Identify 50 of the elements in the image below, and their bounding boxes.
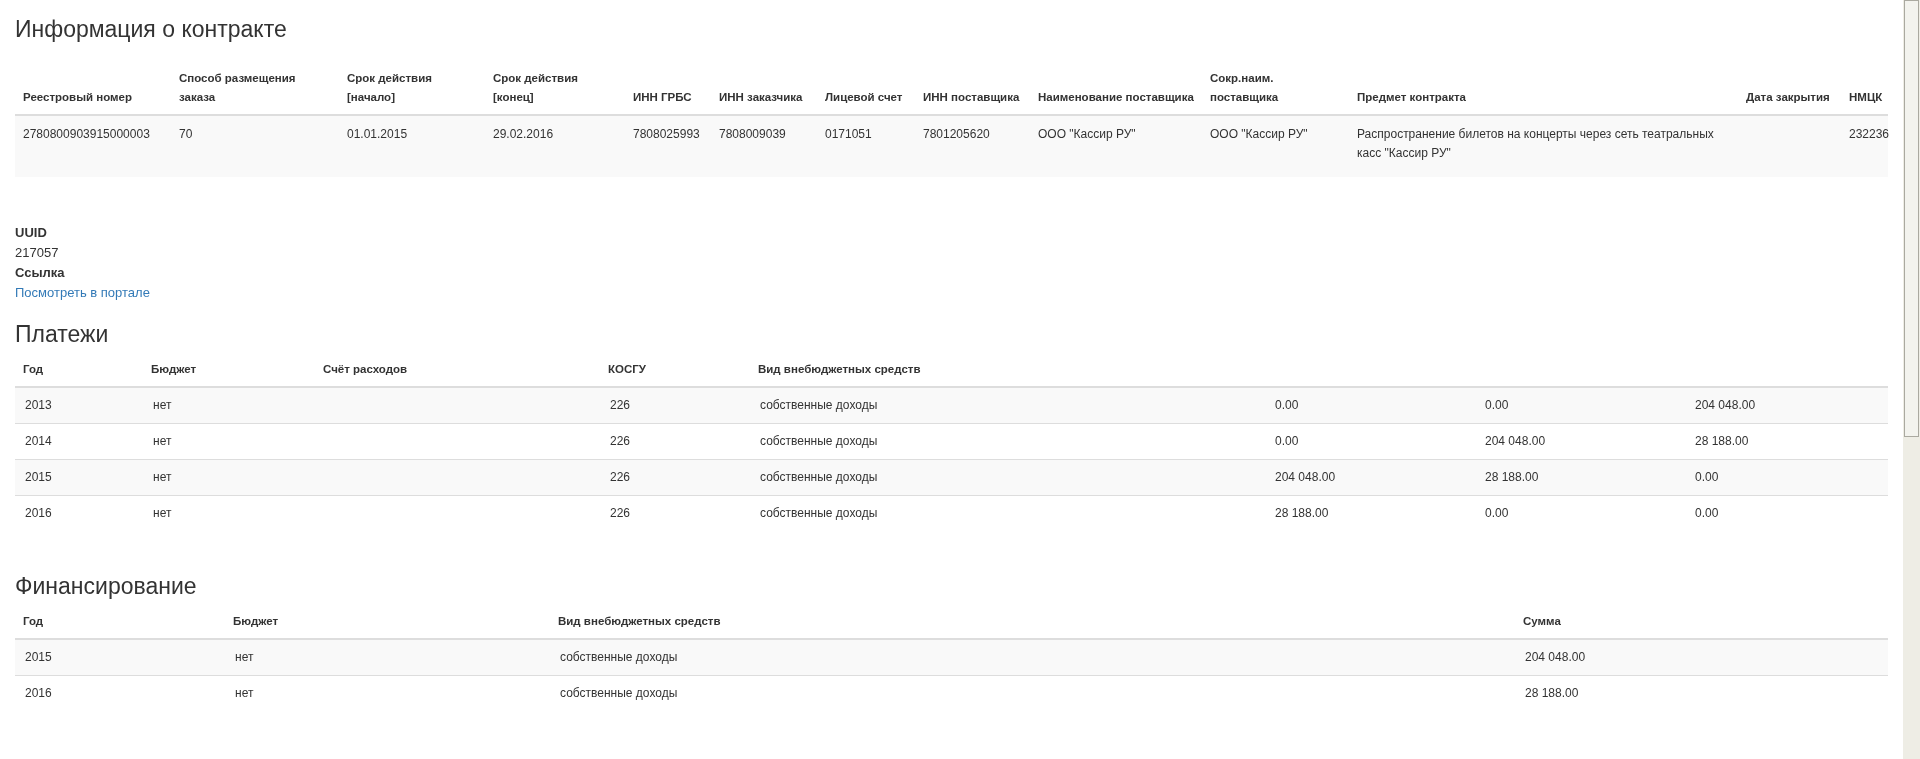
table-cell: ООО "Кассир РУ" xyxy=(1202,115,1349,177)
table-cell: 226 xyxy=(600,495,750,531)
table-cell: 7808025993 xyxy=(625,115,711,177)
table-cell: 0.00 xyxy=(1265,387,1475,424)
table-cell: 28 188.00 xyxy=(1475,459,1685,496)
field-value: 217057 xyxy=(15,244,60,262)
table-cell: 204 048.00 xyxy=(1265,459,1475,496)
table-cell: 2013 xyxy=(15,387,143,424)
table-cell: 0171051 xyxy=(817,115,915,177)
table-cell: 01.01.2015 xyxy=(339,115,485,177)
field-label: UUID xyxy=(15,224,48,242)
scrollbar[interactable] xyxy=(1903,0,1920,759)
table-cell: 29.02.2016 xyxy=(485,115,625,177)
table-cell: 7808009039 xyxy=(711,115,817,177)
table-cell: ООО "Кассир РУ" xyxy=(1030,115,1202,177)
table-cell: собственные доходы xyxy=(750,495,1265,531)
table-cell: 2015 xyxy=(15,639,225,676)
table-cell: нет xyxy=(143,459,315,496)
table-cell: нет xyxy=(225,639,550,676)
table-cell: 0.00 xyxy=(1685,459,1888,496)
table-cell: 226 xyxy=(600,459,750,496)
table-cell: 2015 xyxy=(15,459,143,496)
table-cell: 232236 xyxy=(1841,115,1888,177)
table-cell: 28 188.00 xyxy=(1515,675,1888,711)
section-title: Платежи xyxy=(15,321,110,348)
table-cell: 226 xyxy=(600,387,750,424)
table-cell: нет xyxy=(143,387,315,424)
table-cell: 204 048.00 xyxy=(1515,639,1888,676)
table-cell: 2016 xyxy=(15,675,225,711)
table-cell: Распространение билетов на концерты через сеть театральных касс "Кассир РУ" xyxy=(1349,115,1738,177)
table-cell: 204 048.00 xyxy=(1685,387,1888,424)
field-label: Ссылка xyxy=(15,264,66,282)
portal-link[interactable]: Посмотреть в портале xyxy=(15,285,150,300)
table-cell: нет xyxy=(225,675,550,711)
table-cell: 0.00 xyxy=(1475,495,1685,531)
table-cell: 0.00 xyxy=(1475,387,1685,424)
table-cell: собственные доходы xyxy=(750,387,1265,424)
table-cell: собственные доходы xyxy=(750,459,1265,496)
scrollbar-thumb[interactable] xyxy=(1904,0,1919,437)
table-cell: собственные доходы xyxy=(550,639,1515,676)
table-cell: 28 188.00 xyxy=(1265,495,1475,531)
table-cell: 2016 xyxy=(15,495,143,531)
table-cell: собственные доходы xyxy=(550,675,1515,711)
section-title: Информация о контракте xyxy=(15,16,288,43)
section-title: Финансирование xyxy=(15,573,198,600)
table-cell: нет xyxy=(143,495,315,531)
table-cell: 70 xyxy=(171,115,339,177)
table-cell: 7801205620 xyxy=(915,115,1030,177)
table-cell: 2780800903915000003 xyxy=(15,115,171,177)
table-cell: 0.00 xyxy=(1685,495,1888,531)
